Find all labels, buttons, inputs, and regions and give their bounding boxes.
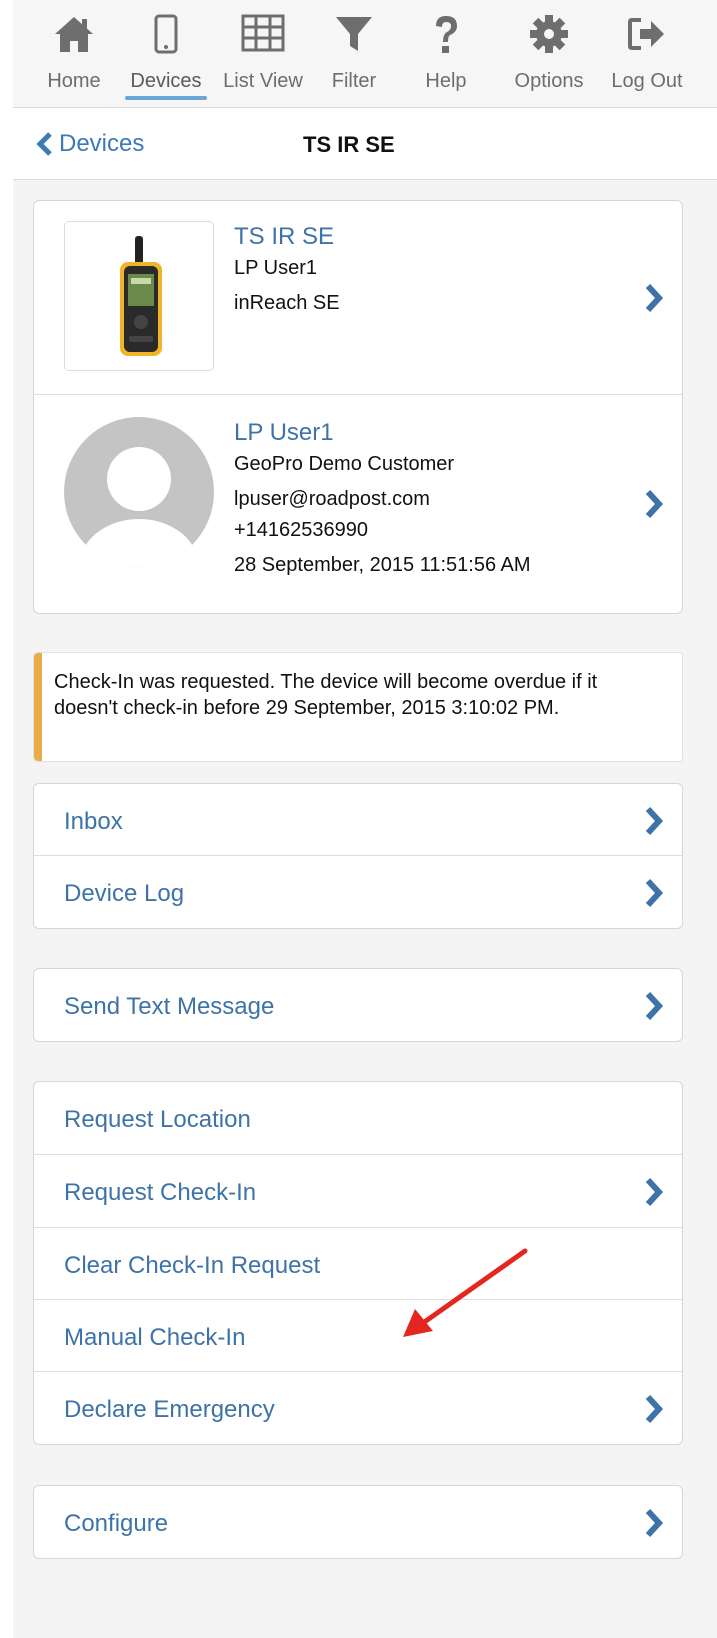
user-timestamp: 28 September, 2015 11:51:56 AM	[234, 554, 531, 576]
checkin-alert: Check-In was requested. The device will …	[33, 652, 683, 762]
top-toolbar: Home Devices List View Filter Help Optio…	[13, 0, 717, 108]
request-location-label: Request Location	[64, 1106, 251, 1133]
menu-group-configure: Configure	[33, 1485, 683, 1559]
chevron-right-icon	[645, 991, 664, 1021]
chevron-right-icon	[645, 1394, 664, 1424]
inbox-item[interactable]: Inbox	[34, 784, 682, 856]
clear-checkin-request-label: Clear Check-In Request	[64, 1252, 321, 1279]
device-name: TS IR SE	[234, 223, 335, 250]
toolbar-label: Filter	[331, 70, 377, 92]
declare-emergency-label: Declare Emergency	[64, 1396, 275, 1423]
toolbar-label: Help	[425, 70, 467, 92]
home-icon	[33, 14, 115, 60]
grid-icon	[213, 14, 313, 60]
send-text-message-label: Send Text Message	[64, 993, 275, 1020]
user-row[interactable]: LP User1 GeoPro Demo Customer lpuser@roa…	[34, 395, 682, 613]
chevron-right-icon	[645, 283, 664, 313]
toolbar-list-view-button[interactable]: List View	[213, 14, 313, 106]
request-checkin-label: Request Check-In	[64, 1179, 257, 1206]
toolbar-label: Home	[47, 70, 101, 92]
toolbar-label: Devices	[130, 70, 202, 92]
user-phone: +14162536990	[234, 519, 369, 541]
gear-icon	[497, 14, 601, 60]
toolbar-label: List View	[223, 70, 303, 92]
device-model: inReach SE	[234, 292, 340, 314]
request-location-item[interactable]: Request Location	[34, 1082, 682, 1155]
user-name: LP User1	[234, 419, 334, 446]
send-text-message-item[interactable]: Send Text Message	[34, 969, 682, 1041]
device-card: TS IR SE LP User1 inReach SE LP User1 Ge…	[33, 200, 683, 614]
phone-icon	[117, 14, 215, 60]
logout-icon	[603, 14, 691, 60]
chevron-left-icon	[36, 132, 52, 156]
alert-accent-bar	[34, 653, 42, 761]
request-checkin-item[interactable]: Request Check-In	[34, 1155, 682, 1228]
chevron-right-icon	[645, 806, 664, 836]
back-button-label: Devices	[59, 130, 145, 157]
back-button[interactable]: Devices	[35, 130, 144, 158]
inbox-label: Inbox	[64, 808, 123, 835]
annotation-arrow-icon	[403, 1248, 528, 1337]
toolbar-label: Options	[514, 70, 584, 92]
toolbar-devices-button[interactable]: Devices	[117, 14, 215, 106]
nav-bar: Devices TS IR SE	[13, 108, 717, 180]
device-log-label: Device Log	[64, 880, 185, 907]
clear-checkin-request-item[interactable]: Clear Check-In Request	[34, 1228, 682, 1300]
toolbar-filter-button[interactable]: Filter	[319, 14, 389, 106]
chevron-right-icon	[645, 1177, 664, 1207]
toolbar-options-button[interactable]: Options	[497, 14, 601, 106]
page-title: TS IR SE	[303, 132, 395, 157]
device-image	[64, 221, 214, 371]
user-email: lpuser@roadpost.com	[234, 488, 430, 510]
question-icon	[411, 14, 481, 60]
chevron-right-icon	[645, 878, 664, 908]
menu-group-send: Send Text Message	[33, 968, 683, 1042]
device-log-item[interactable]: Device Log	[34, 856, 682, 928]
manual-checkin-item[interactable]: Manual Check-In	[34, 1300, 682, 1372]
manual-checkin-label: Manual Check-In	[64, 1324, 246, 1351]
toolbar-logout-button[interactable]: Log Out	[603, 14, 691, 106]
configure-label: Configure	[64, 1510, 169, 1537]
toolbar-home-button[interactable]: Home	[33, 14, 115, 106]
avatar	[64, 417, 214, 572]
chevron-right-icon	[645, 1508, 664, 1538]
active-tab-indicator	[125, 96, 207, 100]
app: Home Devices List View Filter Help Optio…	[13, 0, 717, 1638]
device-user: LP User1	[234, 257, 318, 279]
toolbar-help-button[interactable]: Help	[411, 14, 481, 106]
filter-icon	[319, 14, 389, 60]
device-row[interactable]: TS IR SE LP User1 inReach SE	[34, 201, 682, 395]
chevron-right-icon	[645, 489, 664, 519]
alert-text: Check-In was requested. The device will …	[54, 671, 598, 719]
user-company: GeoPro Demo Customer	[234, 453, 455, 475]
toolbar-label: Log Out	[611, 70, 683, 92]
menu-group-actions: Request Location Request Check-In Clear …	[33, 1081, 683, 1445]
configure-item[interactable]: Configure	[34, 1486, 682, 1558]
declare-emergency-item[interactable]: Declare Emergency	[34, 1372, 682, 1444]
menu-group-messages: Inbox Device Log	[33, 783, 683, 929]
